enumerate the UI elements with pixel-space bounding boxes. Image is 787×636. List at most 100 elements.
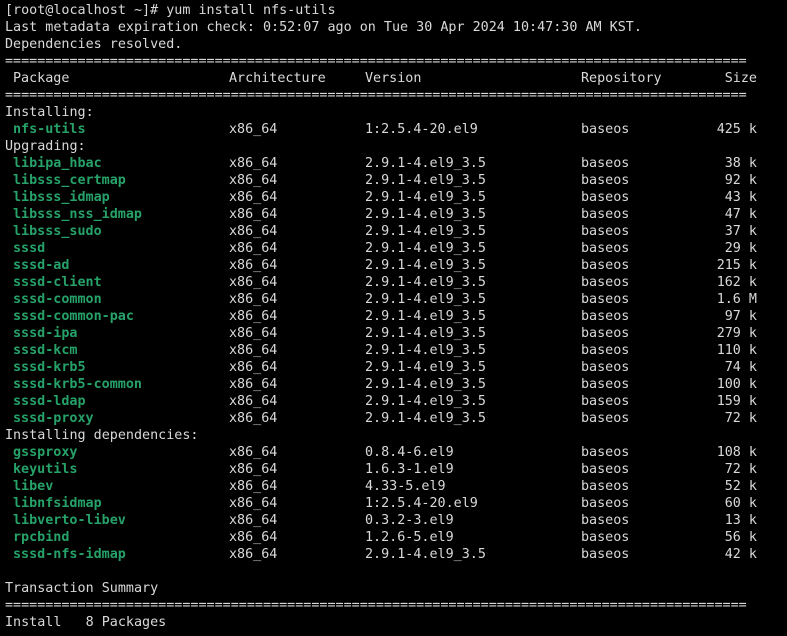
package-name: sssd-krb5 [13, 360, 86, 375]
package-name: libipa_hbac [13, 156, 102, 171]
package-arch: x86_64 [229, 326, 278, 341]
prompt-line: [root@localhost ~]# yum install nfs-util… [0, 2, 787, 19]
package-name: sssd [13, 241, 46, 256]
table-row: libev x86_64 4.33-5.el9 baseos 52 k [0, 478, 787, 495]
package-arch: x86_64 [229, 530, 278, 545]
package-size: 108 k [716, 445, 757, 460]
package-version: 1:2.5.4-20.el9 [365, 496, 478, 511]
table-row: sssd-ldap x86_64 2.9.1-4.el9_3.5 baseos 159 … [0, 393, 787, 410]
package-repo: baseos [581, 292, 630, 307]
separator-header: ========================================… [0, 87, 787, 104]
package-version: 2.9.1-4.el9_3.5 [365, 258, 486, 273]
upgrading-list: libipa_hbac x86_64 2.9.1-4.el9_3.5 baseos 38… [0, 155, 787, 427]
table-row: rpcbind x86_64 1.2.6-5.el9 baseos 56 k [0, 529, 787, 546]
package-arch: x86_64 [229, 411, 278, 426]
table-row: nfs-utils x86_64 1:2.5.4-20.el9 baseos 425 k [0, 121, 787, 138]
package-repo: baseos [581, 309, 630, 324]
package-name: libsss_idmap [13, 190, 110, 205]
package-arch: x86_64 [229, 173, 278, 188]
package-repo: baseos [581, 445, 630, 460]
installing-deps-list: gssproxy x86_64 0.8.4-6.el9 baseos 108 k keyu… [0, 444, 787, 563]
package-size: 159 k [716, 394, 757, 409]
section-label: Installing dependencies: [5, 428, 199, 443]
metadata-line: Last metadata expiration check: 0:52:07 … [0, 19, 787, 36]
package-name: sssd-nfs-idmap [13, 547, 126, 562]
transaction-summary-line: Transaction Summary [0, 580, 787, 597]
table-row: sssd-proxy x86_64 2.9.1-4.el9_3.5 baseos 72 … [0, 410, 787, 427]
package-size: 47 k [724, 207, 757, 222]
package-repo: baseos [581, 190, 630, 205]
package-repo: baseos [581, 513, 630, 528]
package-name: libsss_sudo [13, 224, 102, 239]
package-size: 110 k [716, 343, 757, 358]
separator-top: ========================================… [0, 53, 787, 70]
table-row: sssd-krb5-common x86_64 2.9.1-4.el9_3.5 bas… [0, 376, 787, 393]
prompt-command: [root@localhost ~]# yum install nfs-util… [5, 3, 336, 18]
package-repo: baseos [581, 156, 630, 171]
package-version: 1:2.5.4-20.el9 [365, 122, 478, 137]
package-repo: baseos [581, 394, 630, 409]
package-name: libverto-libev [13, 513, 126, 528]
metadata-text: Last metadata expiration check: 0:52:07 … [5, 20, 642, 35]
package-repo: baseos [581, 207, 630, 222]
terminal-window[interactable]: [root@localhost ~]# yum install nfs-util… [0, 0, 787, 636]
package-arch: x86_64 [229, 462, 278, 477]
install-summary-text: Install 8 Packages [5, 615, 167, 630]
package-arch: x86_64 [229, 156, 278, 171]
package-size: 100 k [716, 377, 757, 392]
package-size: 1.6 M [716, 292, 757, 307]
package-arch: x86_64 [229, 122, 278, 137]
package-version: 2.9.1-4.el9_3.5 [365, 326, 486, 341]
package-arch: x86_64 [229, 207, 278, 222]
package-name: libsss_nss_idmap [13, 207, 142, 222]
package-size: 52 k [724, 479, 757, 494]
package-arch: x86_64 [229, 309, 278, 324]
section-upgrading: Upgrading: [0, 138, 787, 155]
package-size: 60 k [724, 496, 757, 511]
package-version: 2.9.1-4.el9_3.5 [365, 547, 486, 562]
separator-text: ========================================… [5, 598, 747, 613]
package-version: 1.2.6-5.el9 [365, 530, 454, 545]
package-version: 1.6.3-1.el9 [365, 462, 454, 477]
deps-resolved-line: Dependencies resolved. [0, 36, 787, 53]
package-version: 2.9.1-4.el9_3.5 [365, 190, 486, 205]
package-arch: x86_64 [229, 190, 278, 205]
package-repo: baseos [581, 173, 630, 188]
package-name: libnfsidmap [13, 496, 102, 511]
package-repo: baseos [581, 343, 630, 358]
package-name: sssd-proxy [13, 411, 94, 426]
package-name: nfs-utils [13, 122, 86, 137]
package-size: 38 k [724, 156, 757, 171]
installing-list: nfs-utils x86_64 1:2.5.4-20.el9 baseos 425 k [0, 121, 787, 138]
package-version: 2.9.1-4.el9_3.5 [365, 394, 486, 409]
table-row: sssd-krb5 x86_64 2.9.1-4.el9_3.5 baseos 74 k [0, 359, 787, 376]
separator-text: ========================================… [5, 88, 747, 103]
table-row: sssd-nfs-idmap x86_64 2.9.1-4.el9_3.5 baseo… [0, 546, 787, 563]
header-version: Version [365, 71, 422, 86]
package-size: 74 k [724, 360, 757, 375]
package-version: 2.9.1-4.el9_3.5 [365, 343, 486, 358]
table-row: keyutils x86_64 1.6.3-1.el9 baseos 72 k [0, 461, 787, 478]
table-header: Package Architecture Version Repository … [0, 70, 787, 87]
header-repository: Repository [581, 71, 662, 86]
transaction-summary-text: Transaction Summary [5, 581, 159, 596]
package-repo: baseos [581, 377, 630, 392]
table-row: libsss_nss_idmap x86_64 2.9.1-4.el9_3.5 bas… [0, 206, 787, 223]
package-size: 162 k [716, 275, 757, 290]
section-label: Installing: [5, 105, 94, 120]
package-name: sssd-ipa [13, 326, 78, 341]
package-name: sssd-client [13, 275, 102, 290]
package-arch: x86_64 [229, 275, 278, 290]
package-name: libev [13, 479, 54, 494]
header-size: Size [724, 71, 757, 86]
package-size: 56 k [724, 530, 757, 545]
deps-resolved-text: Dependencies resolved. [5, 37, 183, 52]
package-repo: baseos [581, 122, 630, 137]
table-row: sssd-client x86_64 2.9.1-4.el9_3.5 baseos 16… [0, 274, 787, 291]
package-arch: x86_64 [229, 360, 278, 375]
package-version: 0.3.2-3.el9 [365, 513, 454, 528]
package-arch: x86_64 [229, 547, 278, 562]
package-name: sssd-common-pac [13, 309, 134, 324]
table-row: libverto-libev x86_64 0.3.2-3.el9 baseos 13 … [0, 512, 787, 529]
package-name: sssd-krb5-common [13, 377, 142, 392]
